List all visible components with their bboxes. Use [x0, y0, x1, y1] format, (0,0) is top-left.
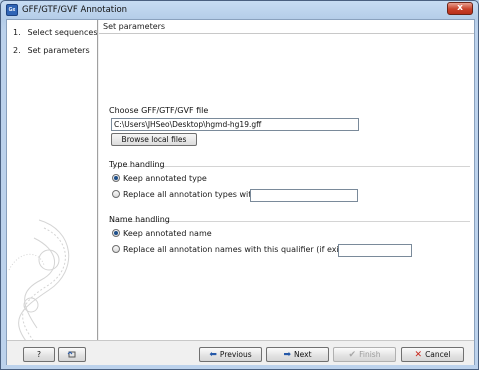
finish-label: Finish	[359, 350, 381, 359]
type-handling-label: Type handling	[109, 160, 165, 169]
restore-defaults-button[interactable]	[58, 347, 86, 362]
parameters-panel: Set parameters Choose GFF/GTF/GVF file C…	[99, 20, 474, 340]
x-icon: ✕	[414, 350, 423, 360]
replace-annotation-types-radio[interactable]: Replace all annotation types with:	[112, 190, 259, 202]
panel-title: Set parameters	[103, 22, 166, 31]
next-label: Next	[294, 350, 312, 359]
name-handling-label: Name handling	[109, 215, 170, 224]
previous-label: Previous	[219, 350, 252, 359]
radio-label: Replace all annotation types with:	[123, 190, 260, 199]
finish-button[interactable]: ✔ Finish	[333, 347, 396, 362]
radio-button[interactable]	[112, 190, 120, 198]
name-handling-group: Name handling Keep annotated name Replac…	[109, 215, 470, 257]
arrow-right-icon: ➡	[283, 350, 292, 360]
file-group: Choose GFF/GTF/GVF file C:\Users\JHSeo\D…	[109, 106, 470, 146]
step-number: 2.	[13, 46, 21, 55]
radio-button[interactable]	[112, 229, 120, 237]
step-label: Set parameters	[27, 46, 90, 55]
dialog-client-area: 1. Select sequences 2. Set parameters Se…	[6, 19, 475, 365]
radio-label: Keep annotated name	[123, 229, 212, 238]
previous-button[interactable]: ⬅ Previous	[199, 347, 262, 362]
divider	[99, 33, 474, 34]
window-close-button[interactable]: x	[447, 2, 473, 15]
type-handling-group: Type handling Keep annotated type Replac…	[109, 160, 470, 202]
radio-label: Keep annotated type	[123, 174, 207, 183]
file-path-input[interactable]: C:\Users\JHSeo\Desktop\hgmd-hg19.gff	[111, 118, 359, 131]
wizard-step-set-parameters[interactable]: 2. Set parameters	[13, 46, 97, 64]
checkmark-icon: ✔	[348, 350, 357, 360]
replace-type-input[interactable]	[250, 189, 358, 202]
wizard-step-list: 1. Select sequences 2. Set parameters	[13, 28, 98, 64]
file-group-label: Choose GFF/GTF/GVF file	[109, 106, 209, 115]
wizard-steps-sidebar: 1. Select sequences 2. Set parameters	[7, 20, 98, 340]
radio-label: Replace all annotation names with this q…	[123, 245, 356, 254]
button-bar: ? ⬅ Previous ➡ Next ✔ Finish ✕ Cancel	[7, 340, 474, 365]
keep-annotated-type-radio[interactable]: Keep annotated type	[112, 174, 207, 186]
cancel-label: Cancel	[425, 350, 451, 359]
question-icon: ?	[37, 350, 41, 359]
dialog-window: Gx GFF/GTF/GVF Annotation x 1. Select se…	[0, 0, 479, 370]
next-button[interactable]: ➡ Next	[266, 347, 329, 362]
window-title: GFF/GTF/GVF Annotation	[22, 5, 128, 15]
radio-button[interactable]	[112, 245, 120, 253]
restore-defaults-icon	[67, 351, 76, 358]
step-number: 1.	[13, 28, 21, 37]
watermark-swirl-icon	[8, 219, 70, 340]
help-button[interactable]: ?	[23, 347, 55, 362]
step-label: Select sequences	[27, 28, 98, 37]
title-bar[interactable]: Gx GFF/GTF/GVF Annotation x	[1, 1, 478, 20]
replace-annotation-names-radio[interactable]: Replace all annotation names with this q…	[112, 245, 356, 257]
app-logo-icon: Gx	[6, 4, 18, 16]
cancel-button[interactable]: ✕ Cancel	[401, 347, 464, 362]
wizard-step-select-sequences[interactable]: 1. Select sequences	[13, 28, 98, 46]
browse-local-files-button[interactable]: Browse local files	[111, 133, 197, 146]
keep-annotated-name-radio[interactable]: Keep annotated name	[112, 229, 212, 241]
radio-button[interactable]	[112, 174, 120, 182]
arrow-left-icon: ⬅	[209, 350, 217, 360]
replace-name-qualifier-input[interactable]	[338, 244, 412, 257]
